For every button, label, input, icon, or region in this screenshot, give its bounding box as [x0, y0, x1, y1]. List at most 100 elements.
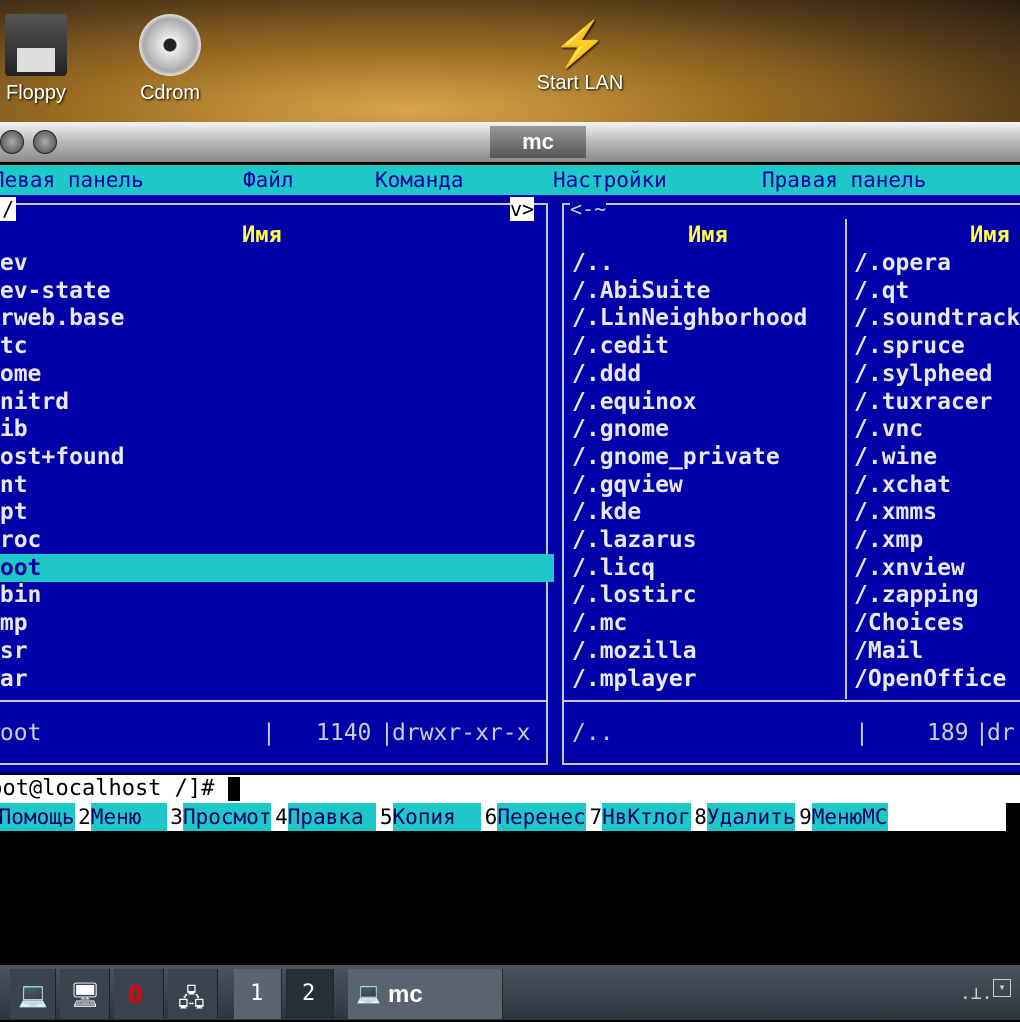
fkey-2[interactable]: 2Меню	[78, 803, 167, 831]
left-status-name: root	[0, 720, 42, 746]
file-list-item[interactable]: /.qt	[854, 277, 909, 305]
fkey-4[interactable]: 4Правка	[275, 803, 377, 831]
menu-left-panel[interactable]: Левая панель	[0, 165, 144, 195]
file-list-item[interactable]: lib	[0, 415, 28, 443]
file-list-item[interactable]: /..	[572, 249, 614, 277]
window-titlebar[interactable]: mc	[0, 122, 1020, 162]
file-list-item[interactable]: /.mplayer	[572, 665, 697, 693]
file-list-item[interactable]: /.gnome	[572, 415, 669, 443]
menu-settings[interactable]: Настройки	[553, 165, 667, 195]
launcher-terminal[interactable]: 💻	[10, 969, 56, 1019]
file-list-item[interactable]: /.gqview	[572, 471, 683, 499]
fkey-number: 6	[484, 805, 498, 829]
fkey-label: МенюМС	[811, 803, 888, 831]
workspace-2[interactable]: 2	[286, 969, 334, 1019]
file-list-item[interactable]: drweb.base	[0, 304, 124, 332]
file-list-item[interactable]: /.mozilla	[572, 637, 697, 665]
launcher-opera[interactable]: O	[114, 969, 164, 1019]
file-list-item[interactable]: /.mc	[572, 609, 627, 637]
file-list-item[interactable]: /.ddd	[572, 360, 641, 388]
task-mc[interactable]: 💻 mc	[348, 969, 503, 1019]
menu-right-panel[interactable]: Правая панель	[762, 165, 926, 195]
file-list-item[interactable]: sbin	[0, 581, 41, 609]
file-list-item[interactable]: mnt	[0, 471, 28, 499]
fkey-number: 4	[275, 805, 288, 829]
file-list-item[interactable]: lost+found	[0, 443, 124, 471]
file-list-item[interactable]: home	[0, 360, 41, 388]
file-list-item[interactable]: /.lostirc	[572, 581, 697, 609]
file-list-item[interactable]: /.xmp	[854, 526, 923, 554]
left-status-size: 1140	[316, 720, 372, 746]
file-list-item[interactable]: dev-state	[0, 277, 111, 305]
file-list-item[interactable]: /.spruce	[854, 332, 965, 360]
file-list-item[interactable]: etc	[0, 332, 28, 360]
fkey-number: 7	[589, 805, 603, 829]
right-column-header-1: Имя	[688, 223, 728, 248]
minimize-icon[interactable]	[0, 130, 24, 154]
file-list-item[interactable]: /.xnview	[854, 554, 965, 582]
file-list-item[interactable]: /Mail	[854, 637, 923, 665]
desktop-icon-start-lan[interactable]: ⚡ Start LAN	[525, 14, 635, 105]
file-list-item[interactable]: /.soundtrack	[854, 304, 1020, 332]
fkey-number: 5	[379, 805, 393, 829]
file-list-item[interactable]: /.opera	[854, 249, 951, 277]
fkey-7[interactable]: 7НвКтлог	[589, 803, 691, 831]
fkey-label: Копия	[392, 803, 482, 831]
file-list-item[interactable]: /OpenOffice	[854, 665, 1006, 693]
desktop-icon-cdrom[interactable]: Cdrom	[130, 14, 210, 105]
command-line[interactable]: root@localhost /]#	[0, 775, 1020, 803]
file-list-item[interactable]: /.vnc	[854, 415, 923, 443]
floppy-icon	[5, 14, 67, 76]
launcher-monitor[interactable]: 🖥	[60, 969, 110, 1019]
file-list-item[interactable]: var	[0, 665, 28, 693]
left-panel-path: /	[0, 197, 17, 221]
text-cursor	[227, 777, 240, 801]
file-list-item[interactable]: dev	[0, 249, 28, 277]
cdrom-icon	[139, 14, 201, 76]
file-list-item[interactable]: usr	[0, 637, 28, 665]
file-list-item[interactable]: opt	[0, 498, 28, 526]
right-column-header-2: Имя	[970, 223, 1010, 248]
fkey-label: Правка	[287, 803, 377, 831]
fkey-label: Просмот	[182, 803, 272, 831]
right-status-size: 189	[927, 720, 969, 746]
file-list-item[interactable]: initrd	[0, 388, 69, 416]
file-list-item[interactable]: /.kde	[572, 498, 641, 526]
file-list-item[interactable]: /.wine	[854, 443, 937, 471]
fkey-5[interactable]: 5Копия	[379, 803, 482, 831]
file-list-item[interactable]: /.sylpheed	[854, 360, 992, 388]
fkey-9[interactable]: 9МенюМС	[799, 803, 888, 831]
file-list-item[interactable]: /.tuxracer	[854, 388, 992, 416]
workspace-1[interactable]: 1	[234, 969, 282, 1019]
file-list-item[interactable]: tmp	[0, 609, 28, 637]
desktop-icon-floppy[interactable]: Floppy	[0, 14, 72, 105]
fkey-1[interactable]: 1Помощь	[0, 803, 75, 831]
fkey-8[interactable]: 8Удалить	[694, 803, 796, 831]
file-list-item[interactable]: /.cedit	[572, 332, 669, 360]
file-list-item[interactable]: root	[0, 553, 554, 582]
file-list-item[interactable]: proc	[0, 526, 41, 554]
file-list-item[interactable]: /.xchat	[854, 471, 951, 499]
launcher-network[interactable]: 🖧	[168, 969, 218, 1019]
fkey-6[interactable]: 6Перенес	[485, 803, 586, 831]
file-list-item[interactable]: /.zapping	[854, 581, 979, 609]
file-list-item[interactable]: /.LinNeighborhood	[572, 304, 807, 332]
fkey-number: 2	[78, 805, 91, 829]
fkey-number: 9	[799, 805, 812, 829]
menu-command[interactable]: Команда	[375, 165, 464, 195]
file-list-item[interactable]: /.AbiSuite	[572, 277, 710, 305]
tray-menu-icon[interactable]: ▾	[993, 979, 1011, 997]
fkey-3[interactable]: 3Просмот	[170, 803, 272, 831]
file-list-item[interactable]: /.xmms	[854, 498, 937, 526]
fkey-label: Удалить	[706, 803, 796, 831]
sort-toggle[interactable]: v>	[510, 197, 535, 221]
menu-file[interactable]: Файл	[243, 165, 294, 195]
file-list-item[interactable]: /Choices	[854, 609, 965, 637]
file-list-item[interactable]: /.gnome_private	[572, 443, 780, 471]
network-icon: 🖧	[178, 984, 205, 1012]
file-list-item[interactable]: /.equinox	[572, 388, 697, 416]
file-list-item[interactable]: /.licq	[572, 554, 655, 582]
fkey-label: Помощь	[0, 803, 75, 831]
maximize-icon[interactable]	[33, 130, 57, 154]
file-list-item[interactable]: /.lazarus	[572, 526, 697, 554]
